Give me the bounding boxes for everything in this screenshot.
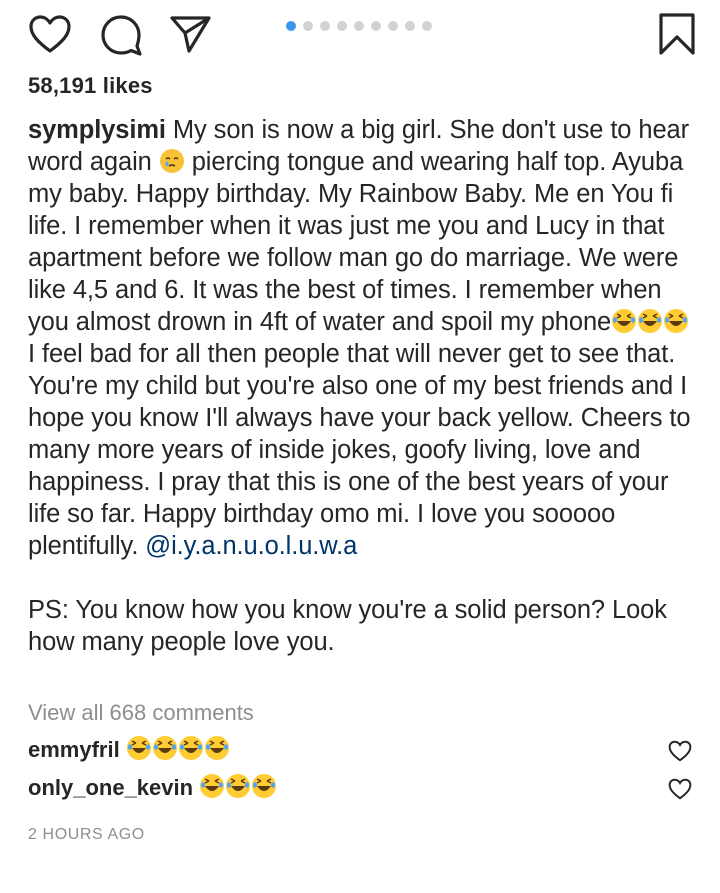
carousel-dot (320, 21, 330, 31)
bookmark-icon[interactable] (658, 12, 696, 56)
caption-text: piercing tongue and wearing half top. Ay… (28, 148, 691, 336)
caption-username[interactable]: symplysimi (28, 116, 166, 144)
comment-like-heart-icon[interactable] (668, 740, 692, 768)
carousel-dot (286, 21, 296, 31)
laughing-tears-emoji (252, 774, 277, 798)
laughing-tears-emoji (126, 736, 151, 760)
comment-like-heart-icon[interactable] (668, 778, 692, 806)
heart-icon[interactable] (28, 14, 72, 54)
paper-plane-icon[interactable] (168, 14, 212, 54)
comment-username[interactable]: emmyfril (28, 737, 120, 762)
carousel-indicator (286, 21, 432, 31)
comment-emojis (126, 736, 230, 762)
sleepy-face-emoji (159, 149, 184, 173)
carousel-dot (422, 21, 432, 31)
laughing-tears-emoji (200, 774, 225, 798)
laughing-tears-emoji (152, 736, 177, 760)
comment-row: emmyfril (28, 736, 692, 768)
laughing-tears-emoji (226, 774, 251, 798)
comment-username[interactable]: only_one_kevin (28, 775, 193, 800)
carousel-dot (354, 21, 364, 31)
carousel-dot (405, 21, 415, 31)
laughing-tears-emoji (178, 736, 203, 760)
carousel-dot (303, 21, 313, 31)
carousel-dot (371, 21, 381, 31)
post-action-bar (0, 0, 720, 70)
comment-bubble-icon[interactable] (99, 13, 143, 57)
laughing-tears-emoji (612, 309, 637, 333)
carousel-dot (388, 21, 398, 31)
post-caption: symplysimi My son is now a big girl. She… (28, 114, 700, 658)
caption-ps: PS: You know how you know you're a solid… (28, 596, 674, 656)
caption-text: I feel bad for all then people that will… (28, 308, 698, 560)
view-all-comments-link[interactable]: View all 668 comments (28, 700, 254, 726)
comment-row: only_one_kevin (28, 774, 692, 806)
laughing-tears-emoji (638, 309, 663, 333)
carousel-dot (337, 21, 347, 31)
caption-mention-link[interactable]: @i.y.a.n.u.o.l.u.w.a (145, 532, 357, 560)
likes-count[interactable]: 58,191 likes (28, 73, 153, 99)
post-timestamp: 2 HOURS AGO (28, 826, 145, 843)
laughing-tears-emoji (664, 309, 689, 333)
comment-emojis (199, 774, 277, 800)
laughing-tears-emoji (204, 736, 229, 760)
